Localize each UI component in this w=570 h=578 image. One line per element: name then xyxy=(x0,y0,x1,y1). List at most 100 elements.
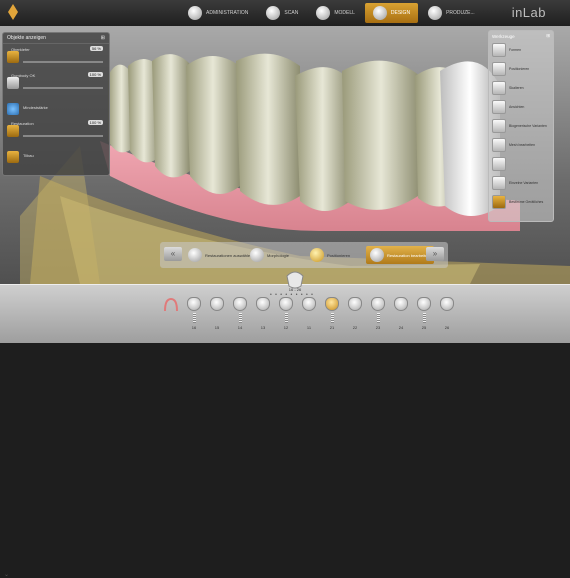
tooth-24[interactable]: 24 xyxy=(392,297,410,337)
tooth-crown-icon xyxy=(417,297,431,311)
substep-select-restorations[interactable]: Restaurationen auswählen xyxy=(188,246,252,264)
position-icon xyxy=(310,248,324,262)
object-row-upper-jaw[interactable]: Oberkiefer 56 % xyxy=(7,46,107,67)
tool-position[interactable]: Positionieren xyxy=(492,62,550,76)
tooth-crown-icon xyxy=(279,297,293,311)
mesh-icon xyxy=(492,138,506,152)
restoration-icon xyxy=(7,125,19,137)
collapse-icon[interactable]: ⌄ xyxy=(4,571,9,578)
tool-selected[interactable]: Bestimme Gerätliches xyxy=(492,195,550,209)
administration-icon xyxy=(188,6,202,20)
tooth-crown-icon xyxy=(440,297,454,311)
tooth-23[interactable]: 23 xyxy=(369,297,387,337)
step-model[interactable]: MODELL xyxy=(308,3,363,23)
opacity-value: 56 % xyxy=(89,46,103,51)
objects-panel: Objekte anzeigen ⊞ Oberkiefer 56 % Gumbo… xyxy=(2,32,110,176)
tooth-number: 11 xyxy=(306,325,312,330)
implant-icon xyxy=(192,313,196,323)
app-logo-icon xyxy=(8,4,18,20)
upper-jaw-icon xyxy=(7,51,19,63)
tooth-crown-icon xyxy=(187,297,201,311)
tooth-crown-icon xyxy=(325,297,339,311)
tooth-26[interactable]: 26 xyxy=(438,297,456,337)
object-row-restoration[interactable]: Restauration 100 % xyxy=(7,120,107,141)
tool-misc[interactable] xyxy=(492,157,550,171)
object-row-min-thickness[interactable]: Mindeststärke xyxy=(7,101,107,119)
tooth-crown-icon xyxy=(210,297,224,311)
tooth-12[interactable]: 12 xyxy=(277,297,295,337)
sub-step-bar: « Restaurationen auswählen Morphologie P… xyxy=(160,242,448,268)
panel-pin-icon[interactable]: ⊞ xyxy=(546,33,550,39)
implant-icon xyxy=(284,313,288,323)
tooth-16[interactable]: 16 xyxy=(185,297,203,337)
min-thickness-icon xyxy=(7,103,19,115)
tool-views[interactable]: Ansichten xyxy=(492,100,550,114)
substep-position[interactable]: Positionieren xyxy=(310,246,350,264)
opacity-slider[interactable] xyxy=(23,87,103,89)
tooth-number: 22 xyxy=(352,325,358,330)
views-icon xyxy=(492,100,506,114)
tooth-22[interactable]: 22 xyxy=(346,297,364,337)
next-step-button[interactable]: » xyxy=(426,247,444,261)
arch-icon[interactable] xyxy=(163,297,179,312)
select-restorations-icon xyxy=(188,248,202,262)
biogeneric-icon xyxy=(492,119,506,133)
previous-step-button[interactable]: « xyxy=(164,247,182,261)
variants-icon xyxy=(492,176,506,190)
tooth-25[interactable]: 25 xyxy=(415,297,433,337)
tools-panel: Werkzeuge ⊞ Formen Positionieren Skalier… xyxy=(488,30,554,222)
opacity-slider[interactable] xyxy=(23,135,103,137)
tool-biogeneric-variants[interactable]: Biogenerische Varianten xyxy=(492,119,550,133)
brand-title: inLab xyxy=(511,5,546,20)
tooth-number: 21 xyxy=(329,325,335,330)
tooth-15[interactable]: 15 xyxy=(208,297,226,337)
tooth-crown-icon xyxy=(233,297,247,311)
opacity-value: 100 % xyxy=(87,72,103,77)
tool-icon xyxy=(492,157,506,171)
tooth-number: 25 xyxy=(421,325,427,330)
opacity-value: 100 % xyxy=(87,120,103,125)
tooth-range-label: 16 - 26 xyxy=(288,287,302,292)
tools-panel-header: Werkzeuge ⊞ xyxy=(489,31,553,41)
tooth-crown-icon xyxy=(371,297,385,311)
tool-single-variants[interactable]: Einzelne Varianten xyxy=(492,176,550,190)
step-scan[interactable]: SCAN xyxy=(258,3,306,23)
tooth-number: 13 xyxy=(260,325,266,330)
produce-icon xyxy=(428,6,443,20)
tool-edit-mesh[interactable]: Mesh bearbeiten xyxy=(492,138,550,152)
tool-shape[interactable]: Formen xyxy=(492,43,550,57)
object-row-tilbau[interactable]: Tilbau xyxy=(7,149,107,167)
step-design[interactable]: DESIGN xyxy=(364,3,419,23)
opacity-slider[interactable] xyxy=(23,61,103,63)
tooth-number: 23 xyxy=(375,325,381,330)
tooth-11[interactable]: 11 xyxy=(300,297,318,337)
top-toolbar: ADMINISTRATION SCAN MODELL DESIGN PRODUZ… xyxy=(0,0,570,27)
step-produce[interactable]: PRODUZE... xyxy=(420,3,483,23)
implant-icon xyxy=(376,313,380,323)
implant-icon xyxy=(330,313,334,323)
tool-scale[interactable]: Skalieren xyxy=(492,81,550,95)
selected-tool-icon xyxy=(492,195,506,209)
tooth-13[interactable]: 13 xyxy=(254,297,272,337)
implant-icon xyxy=(422,313,426,323)
tooth-14[interactable]: 14 xyxy=(231,297,249,337)
workflow-steps: ADMINISTRATION SCAN MODELL DESIGN PRODUZ… xyxy=(180,3,483,23)
substep-morphology[interactable]: Morphologie xyxy=(250,246,289,264)
tooth-crown-icon xyxy=(394,297,408,311)
tooth-21[interactable]: 21 xyxy=(323,297,341,337)
tooth-number: 24 xyxy=(398,325,404,330)
substep-edit-restoration[interactable]: Restauration bearbeiten xyxy=(366,246,434,264)
tooth-crown-icon xyxy=(256,297,270,311)
tooth-number: 14 xyxy=(237,325,243,330)
object-row-gum-body[interactable]: Gumbody OK 100 % xyxy=(7,72,107,93)
design-icon xyxy=(372,6,387,20)
implant-icon xyxy=(238,313,242,323)
morphology-icon xyxy=(250,248,264,262)
tools-panel-title: Werkzeuge xyxy=(492,33,515,39)
shape-icon xyxy=(492,43,506,57)
tooth-number: 26 xyxy=(444,325,450,330)
panel-pin-icon[interactable]: ⊞ xyxy=(101,35,105,41)
step-administration[interactable]: ADMINISTRATION xyxy=(180,3,256,23)
scan-icon xyxy=(266,6,281,20)
position-icon xyxy=(492,62,506,76)
